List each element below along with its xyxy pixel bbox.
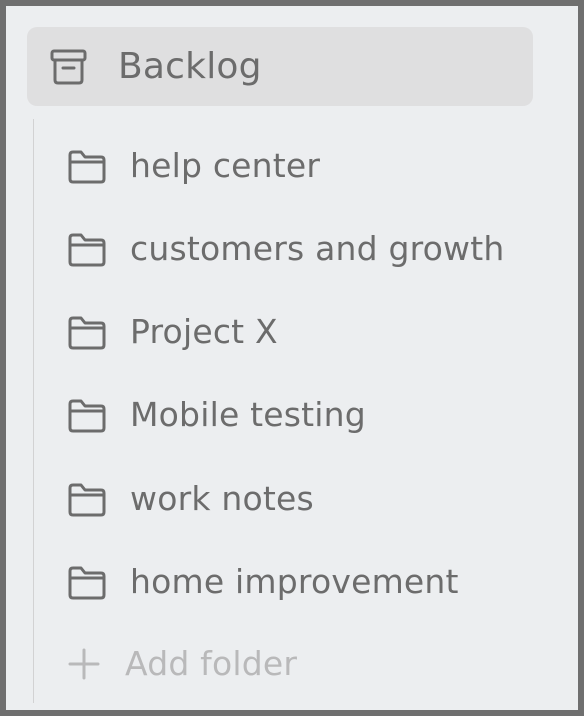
sidebar-item-label: Backlog	[118, 46, 262, 87]
folder-icon	[68, 233, 106, 267]
tree-guide-line	[33, 119, 34, 703]
folder-icon	[68, 316, 106, 350]
folder-label: home improvement	[130, 562, 459, 601]
folder-label: work notes	[130, 479, 314, 518]
folder-label: help center	[130, 146, 321, 185]
folder-label: Project X	[130, 312, 278, 351]
folder-item[interactable]: Mobile testing	[62, 385, 532, 449]
folder-label: Mobile testing	[130, 395, 366, 434]
folder-icon	[68, 399, 106, 433]
archive-box-icon	[50, 49, 87, 85]
folder-item[interactable]: Project X	[62, 302, 532, 366]
folder-item[interactable]: home improvement	[62, 552, 532, 616]
add-folder-label: Add folder	[125, 644, 298, 683]
folder-item[interactable]: work notes	[62, 469, 532, 533]
folder-icon	[68, 566, 106, 600]
sidebar-item-backlog[interactable]: Backlog	[27, 27, 533, 106]
app-frame: Backlog help center customers and growth	[0, 0, 584, 716]
folder-item[interactable]: customers and growth	[62, 219, 532, 283]
add-folder-button[interactable]: Add folder	[62, 634, 532, 698]
sidebar: Backlog help center customers and growth	[6, 6, 578, 710]
folder-icon	[68, 150, 106, 184]
plus-icon	[68, 648, 100, 680]
folder-label: customers and growth	[130, 229, 505, 268]
folder-item[interactable]: help center	[62, 136, 532, 200]
folder-icon	[68, 483, 106, 517]
